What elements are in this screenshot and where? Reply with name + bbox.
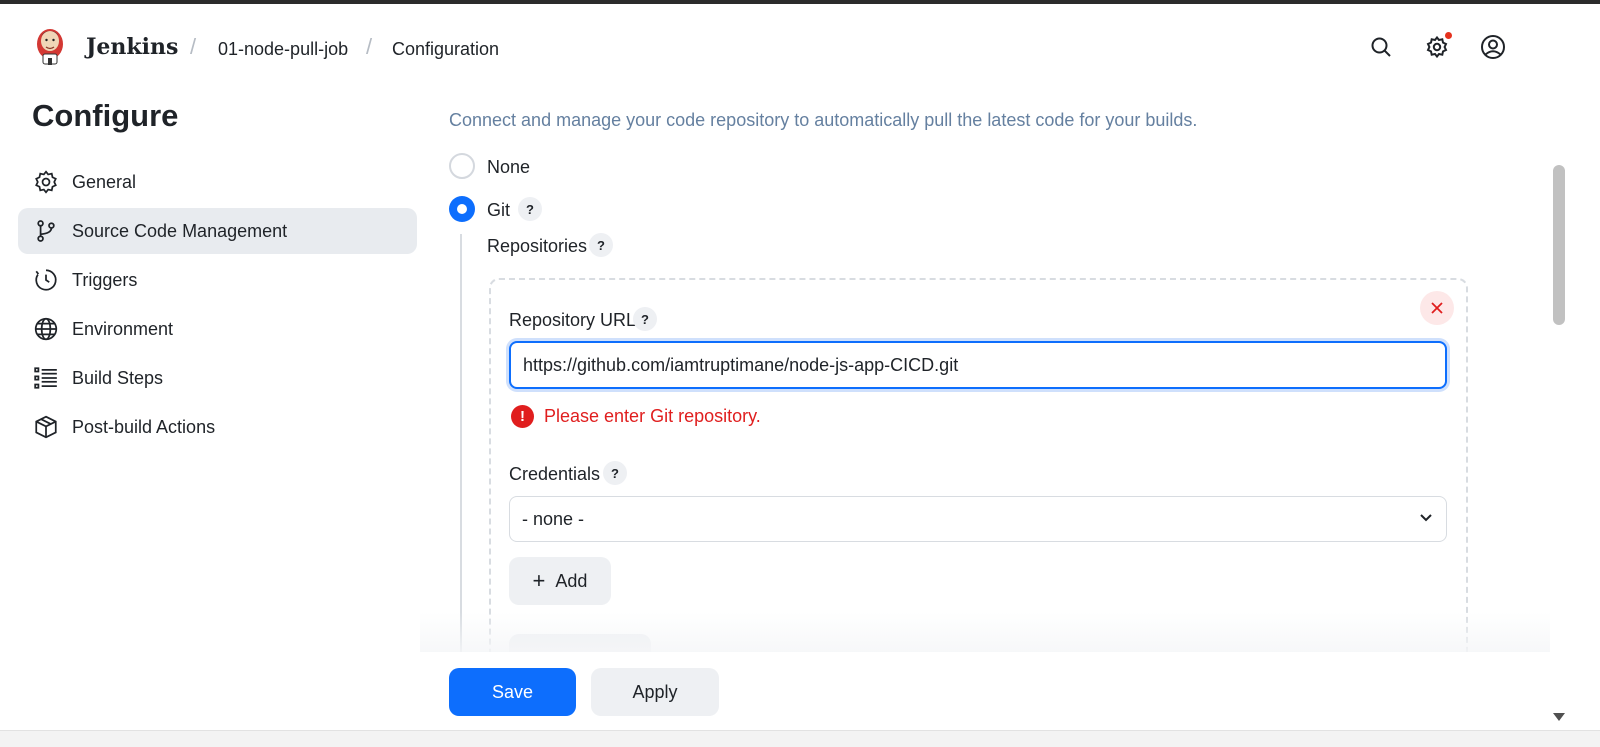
sidebar-item-label: General [72, 171, 137, 192]
scm-none-label[interactable]: None [487, 157, 530, 178]
scroll-fade [420, 612, 1550, 654]
credentials-select[interactable]: - none - [509, 496, 1447, 542]
top-header: Jenkins / 01-node-pull-job / Configurati… [0, 4, 1550, 88]
apply-button[interactable]: Apply [591, 668, 719, 716]
error-message: Please enter Git repository. [544, 406, 761, 426]
repositories-label: Repositories [487, 236, 588, 256]
sidebar-item-post-build-actions[interactable]: Post-build Actions [18, 404, 417, 450]
credentials-help-button[interactable]: ? [603, 461, 627, 485]
sidebar-item-build-steps[interactable]: Build Steps [18, 355, 417, 401]
git-help-button[interactable]: ? [518, 197, 542, 221]
sidebar-item-label: Triggers [72, 269, 138, 290]
repository-url-error: ! Please enter Git repository. [511, 405, 761, 428]
chevron-down-icon [1418, 509, 1434, 530]
plus-icon: + [532, 568, 546, 593]
sidebar-item-label: Source Code Management [72, 220, 288, 241]
add-credentials-label: Add [555, 570, 588, 591]
sidebar-item-environment[interactable]: Environment [18, 306, 417, 352]
breadcrumb-separator: / [190, 34, 197, 59]
list-icon [32, 364, 60, 392]
search-icon[interactable] [1368, 34, 1394, 60]
jenkins-logo[interactable] [32, 24, 68, 68]
bottom-action-bar [0, 652, 1550, 730]
sidebar-item-general[interactable]: General [18, 159, 417, 205]
add-credentials-button[interactable]: + Add [509, 557, 611, 605]
repository-url-help-button[interactable]: ? [633, 307, 657, 331]
breadcrumb-job[interactable]: 01-node-pull-job [218, 39, 348, 60]
scroll-down-arrow[interactable] [1553, 713, 1565, 721]
save-button[interactable]: Save [449, 668, 576, 716]
git-branch-icon [32, 217, 60, 245]
sidebar-item-source-code-management[interactable]: Source Code Management [18, 208, 417, 254]
repository-url-input[interactable] [509, 341, 1447, 389]
globe-icon [32, 315, 60, 343]
gear-icon [32, 168, 60, 196]
clock-icon [32, 266, 60, 294]
window-bottom-border [0, 730, 1600, 747]
window-edge [1568, 4, 1600, 730]
remove-repository-button[interactable] [1420, 291, 1454, 325]
sidebar-item-label: Build Steps [72, 367, 164, 388]
brand-name[interactable]: Jenkins [86, 34, 178, 60]
sidebar-item-label: Post-build Actions [72, 416, 216, 437]
repositories-help-button[interactable]: ? [589, 233, 613, 257]
scm-git-radio[interactable] [449, 196, 475, 222]
git-section-divider [460, 234, 462, 654]
settings-icon[interactable] [1424, 32, 1452, 60]
section-description: Connect and manage your code repository … [449, 110, 1198, 130]
sidebar-item-triggers[interactable]: Triggers [18, 257, 417, 303]
notification-dot [1445, 32, 1452, 39]
breadcrumb-separator: / [366, 34, 373, 59]
breadcrumb-configuration[interactable]: Configuration [392, 39, 499, 60]
scrollbar-track[interactable] [1550, 4, 1568, 730]
error-icon: ! [511, 405, 534, 428]
credentials-selected-value: - none - [522, 508, 585, 529]
page-title: Configure [32, 98, 179, 133]
sidebar-item-label: Environment [72, 318, 174, 339]
repository-url-label: Repository URL [509, 310, 637, 330]
scrollbar-thumb[interactable] [1553, 165, 1565, 325]
credentials-label: Credentials [509, 464, 601, 484]
scm-none-radio[interactable] [449, 153, 475, 179]
package-icon [32, 413, 60, 441]
user-icon[interactable] [1480, 34, 1506, 60]
scm-git-label[interactable]: Git [487, 200, 510, 221]
